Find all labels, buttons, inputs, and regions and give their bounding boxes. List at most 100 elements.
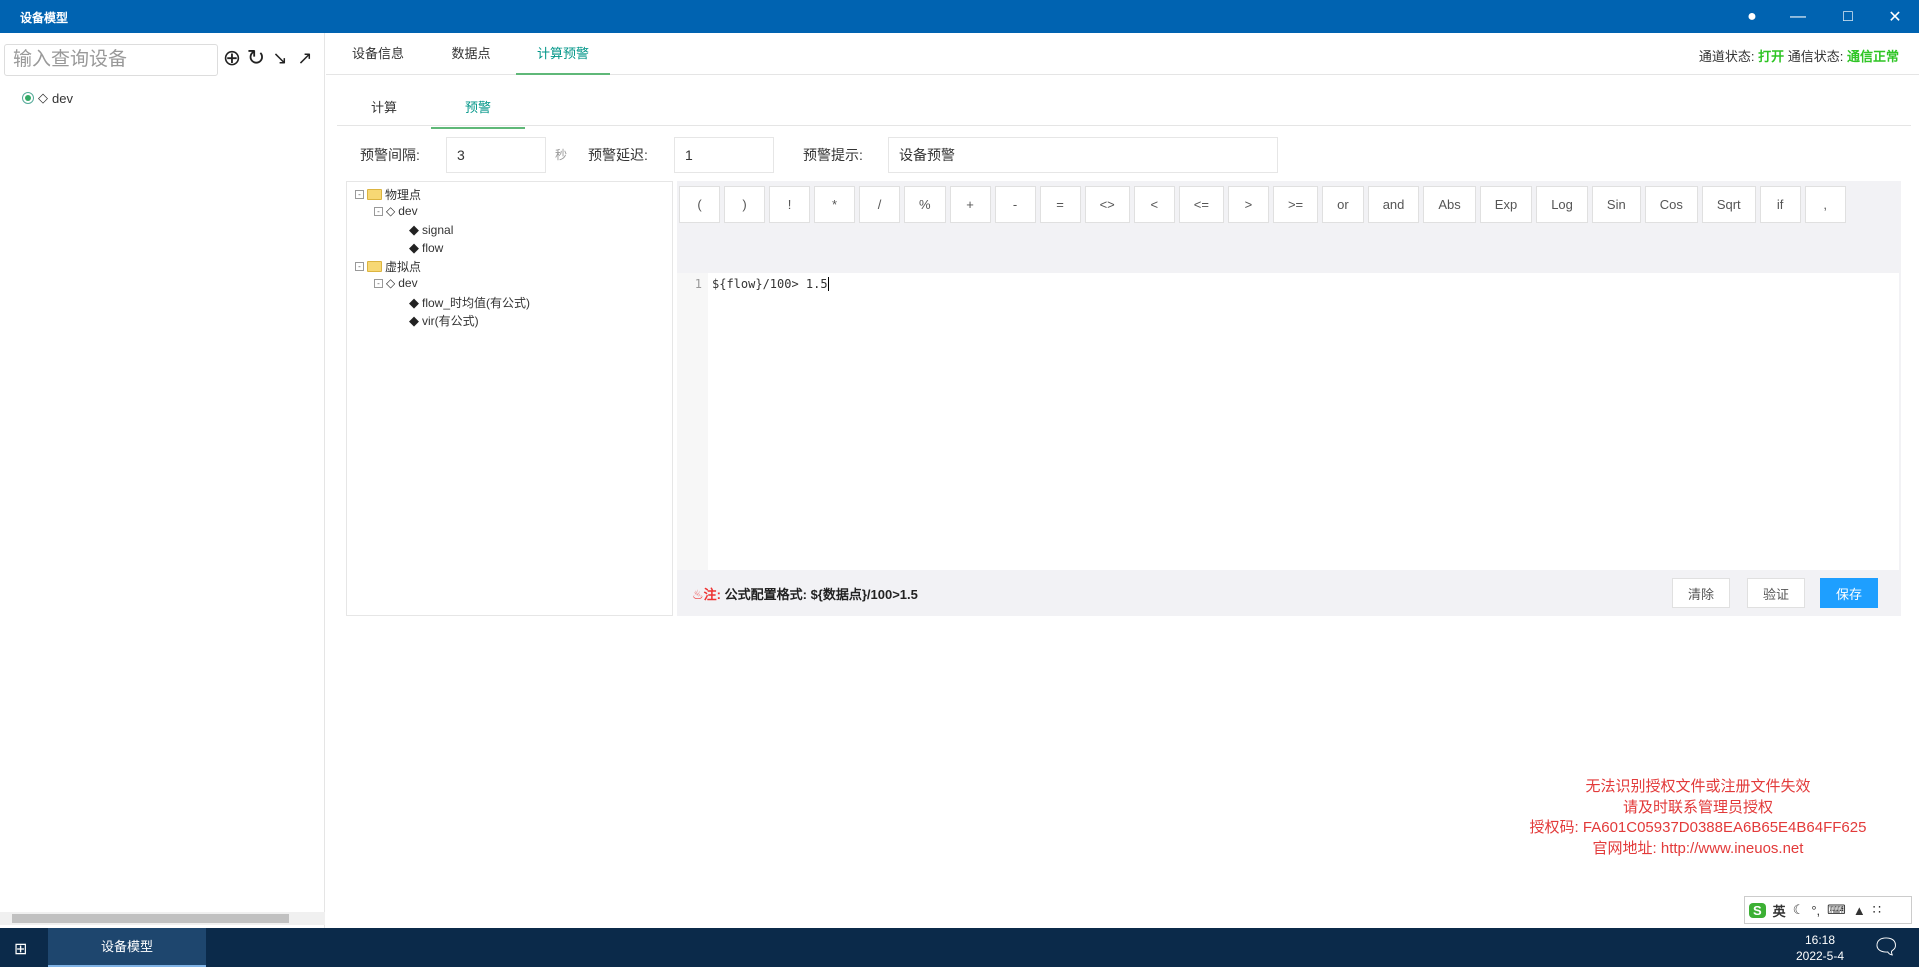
windows-start-icon[interactable]: ⊞ <box>14 939 27 959</box>
sogou-logo-icon[interactable]: S <box>1749 902 1766 918</box>
operator-button[interactable]: Sin <box>1591 186 1641 223</box>
punctuation-icon[interactable]: °, <box>1811 903 1820 918</box>
tree-node-vir[interactable]: ◆ vir(有公式) <box>409 312 479 329</box>
keyboard-icon[interactable]: ⌨ <box>1827 902 1846 918</box>
refresh-icon[interactable]: ● <box>1729 0 1775 33</box>
moon-icon[interactable]: ☾ <box>1793 902 1805 918</box>
layers-icon: ◇ <box>38 90 48 105</box>
scrollbar-thumb[interactable] <box>12 914 289 923</box>
apps-icon[interactable]: ∷ <box>1873 902 1881 918</box>
clock-date: 2022-5-4 <box>1795 949 1845 963</box>
code-editor[interactable]: ${flow}/100> 1.5​ <box>708 273 1899 570</box>
clock[interactable]: 16:18 2022-5-4 <box>1790 932 1850 964</box>
operator-button[interactable]: if <box>1759 186 1801 223</box>
operator-button[interactable]: Abs <box>1423 186 1476 223</box>
license-watermark: 无法识别授权文件或注册文件失效 请及时联系管理员授权 授权码: FA601C05… <box>1498 777 1898 859</box>
collapse-icon[interactable]: - <box>355 262 364 271</box>
layers-icon: ◇ <box>386 204 396 218</box>
operator-button[interactable]: < <box>1133 186 1175 223</box>
tree-node-flow-avg[interactable]: ◆ flow_时均值(有公式) <box>409 294 530 311</box>
layers-icon: ◇ <box>386 276 396 290</box>
tab-data-points[interactable]: 数据点 <box>436 34 506 75</box>
collapse-icon[interactable]: - <box>374 278 383 288</box>
clear-button[interactable]: 清除 <box>1672 578 1731 608</box>
minimize-icon[interactable]: — <box>1775 0 1821 33</box>
note-text: 公式配置格式: ${数据点}/100>1.5 <box>724 587 918 602</box>
node-label: 物理点 <box>385 188 422 202</box>
horizontal-scrollbar[interactable] <box>0 912 325 925</box>
channel-status-value: 打开 <box>1758 49 1785 64</box>
tree-node-dev[interactable]: - ◇ dev <box>374 276 418 290</box>
note-label: 注: <box>703 587 721 602</box>
collapse-icon[interactable]: - <box>374 206 383 216</box>
radio-icon[interactable] <box>22 92 34 104</box>
node-label: vir(有公式) <box>422 314 479 328</box>
operator-button[interactable]: ! <box>769 186 810 223</box>
ime-toolbar[interactable]: S 英 ☾ °, ⌨ ▲ ∷ <box>1744 896 1912 924</box>
maximize-icon[interactable]: □ <box>1825 0 1871 33</box>
hint-label: 预警提示: <box>803 147 863 163</box>
delay-label: 预警延迟: <box>588 147 648 163</box>
operator-button[interactable]: and <box>1367 186 1420 223</box>
tag-icon: ◆ <box>409 240 419 255</box>
node-label: dev <box>52 90 73 106</box>
operator-button[interactable]: Log <box>1536 186 1588 223</box>
refresh-icon[interactable]: ↻ <box>245 45 267 71</box>
format-note: ♨注: 公式配置格式: ${数据点}/100>1.5 <box>692 584 918 603</box>
operator-button[interactable]: , <box>1804 186 1846 223</box>
cursor: ​ <box>827 277 829 291</box>
watermark-line: 请及时联系管理员授权 <box>1622 798 1773 816</box>
taskbar: ⊞ 设备模型 16:18 2022-5-4 🗨 <box>0 928 1919 967</box>
channel-status-label: 通道状态: <box>1698 49 1755 64</box>
clock-time: 16:18 <box>1804 933 1836 947</box>
operator-button[interactable]: > <box>1227 186 1269 223</box>
notification-icon[interactable]: 🗨 <box>1872 934 1900 960</box>
delay-input[interactable] <box>674 137 774 173</box>
tree-node-dev[interactable]: - ◇ dev <box>374 204 418 218</box>
tree-node-virtual[interactable]: - 虚拟点 <box>355 258 421 275</box>
operator-button[interactable]: - <box>994 186 1036 223</box>
add-icon[interactable]: ⊕ <box>221 45 243 71</box>
tree-node-dev[interactable]: ◇ dev <box>22 90 73 106</box>
tree-node-signal[interactable]: ◆ signal <box>409 222 453 238</box>
node-label: flow_时均值(有公式) <box>422 296 531 310</box>
import-icon[interactable]: ↘ <box>269 45 291 71</box>
tag-icon: ◆ <box>409 294 419 310</box>
node-label: dev <box>398 204 418 218</box>
tab-calc-alarm[interactable]: 计算预警 <box>516 34 610 75</box>
operator-button[interactable]: <> <box>1084 186 1130 223</box>
operator-button[interactable]: ) <box>724 186 765 223</box>
collapse-icon[interactable]: - <box>355 190 364 199</box>
user-icon[interactable]: ▲ <box>1853 903 1866 918</box>
ime-lang[interactable]: 英 <box>1773 901 1786 920</box>
operator-button[interactable]: Cos <box>1644 186 1698 223</box>
operator-button[interactable]: Exp <box>1479 186 1533 223</box>
save-button[interactable]: 保存 <box>1820 578 1879 608</box>
validate-button[interactable]: 验证 <box>1747 578 1806 608</box>
operator-button[interactable]: >= <box>1272 186 1319 223</box>
sidebar: ⊕ ↻ ↘ ↗ ◇ dev <box>0 33 325 928</box>
tag-icon: ◆ <box>409 312 419 328</box>
operator-button[interactable]: * <box>814 186 855 223</box>
operator-button[interactable]: = <box>1039 186 1081 223</box>
tree-node-flow[interactable]: ◆ flow <box>409 240 443 256</box>
operator-button[interactable]: <= <box>1178 186 1224 223</box>
operator-button[interactable]: ( <box>679 186 720 223</box>
hint-input[interactable] <box>888 137 1278 173</box>
folder-icon <box>367 189 382 200</box>
interval-input[interactable] <box>446 137 546 173</box>
tab-device-info[interactable]: 设备信息 <box>343 34 413 75</box>
operator-button[interactable]: / <box>859 186 900 223</box>
tab-calc[interactable]: 计算 <box>337 88 431 129</box>
close-icon[interactable]: ✕ <box>1872 0 1918 33</box>
operator-button[interactable]: % <box>904 186 946 223</box>
code-line[interactable]: ${flow}/100> 1.5 <box>712 277 828 291</box>
tab-alarm[interactable]: 预警 <box>431 88 525 129</box>
operator-button[interactable]: + <box>949 186 991 223</box>
operator-button[interactable]: or <box>1322 186 1364 223</box>
operator-button[interactable]: Sqrt <box>1701 186 1756 223</box>
taskbar-app[interactable]: 设备模型 <box>48 928 206 967</box>
device-search-input[interactable] <box>4 44 218 76</box>
tree-node-physical[interactable]: - 物理点 <box>355 186 421 203</box>
export-icon[interactable]: ↗ <box>294 45 316 71</box>
